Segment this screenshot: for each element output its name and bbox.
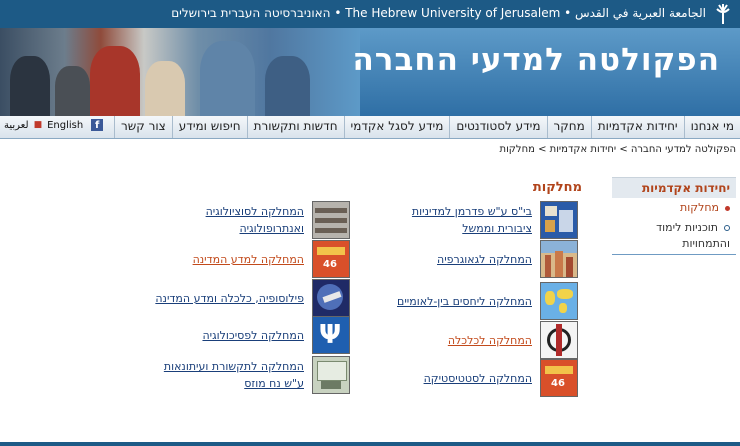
sidebar-item-programs[interactable]: תוכניות לימוד והתמחויות (612, 218, 736, 254)
dept-link[interactable]: המחלקה לסוציולוגיה ואנתרופולוגיה (176, 203, 304, 237)
dept-link[interactable]: המחלקה למדע המדינה (193, 251, 304, 268)
breadcrumb[interactable]: הפקולטה למדעי החברה > יחידות אקדמיות > מ… (500, 144, 737, 155)
ppe-thumbnail-icon[interactable] (312, 279, 350, 317)
bullet-icon (725, 205, 730, 211)
dept-link[interactable]: המחלקה לסטטיסטיקה (424, 370, 532, 387)
lang-arabic-link[interactable]: لعربية (4, 120, 29, 131)
dept-link[interactable]: המחלקה ליחסים בין-לאומיים (397, 293, 532, 310)
dept-geography[interactable]: המחלקה לגאוגרפיה (437, 240, 578, 278)
badge-number: 46 (323, 259, 337, 270)
communication-thumbnail-icon[interactable] (312, 356, 350, 394)
dept-communication[interactable]: המחלקה לתקשורת ועיתונאות ע"ש נח מוזס (162, 356, 350, 394)
psychology-psi-thumbnail-icon[interactable]: Ψ (312, 316, 350, 354)
sidebar-title[interactable]: יחידות אקדמיות (612, 177, 736, 198)
dept-political-science[interactable]: 46 המחלקה למדע המדינה (193, 240, 350, 278)
facebook-icon[interactable]: f (91, 119, 104, 131)
dept-link[interactable]: בי"ס ע"ש פדרמן למדיניות ציבורית וממשל (382, 203, 532, 237)
dept-ppe[interactable]: פילוסופיה, כלכלה ומדע המדינה (155, 279, 350, 317)
faculty-banner: הפקולטה למדעי החברה (0, 28, 740, 116)
dept-link[interactable]: המחלקה לתקשורת ועיתונאות ע"ש נח מוזס (162, 358, 304, 392)
lang-english-link[interactable]: English (47, 120, 83, 131)
geography-thumbnail-icon[interactable] (540, 240, 578, 278)
nav-items: מי אנחנו יחידות אקדמיות מחקר מידע לסטודנ… (114, 116, 740, 138)
nav-contact[interactable]: צור קשר (114, 116, 172, 138)
economics-thumbnail-icon[interactable] (540, 321, 578, 359)
dept-link[interactable]: פילוסופיה, כלכלה ומדע המדינה (155, 290, 304, 307)
dept-economics[interactable]: המחלקה לכלכלה (448, 321, 578, 359)
world-map-thumbnail-icon[interactable] (540, 282, 578, 320)
dept-statistics[interactable]: 46 המחלקה לסטטיסטיקה (424, 359, 578, 397)
nav-academic-units[interactable]: יחידות אקדמיות (590, 116, 684, 138)
top-bar: האוניברסיטה העברית בירושלים • The Hebrew… (0, 0, 740, 29)
nav-news[interactable]: חדשות ותקשורת (246, 116, 344, 138)
sidebar: יחידות אקדמיות מחלקות תוכניות לימוד והתמ… (612, 177, 736, 255)
main-nav: מי אנחנו יחידות אקדמיות מחקר מידע לסטודנ… (0, 116, 740, 139)
dept-link[interactable]: המחלקה לגאוגרפיה (437, 251, 532, 268)
university-name[interactable]: האוניברסיטה העברית בירושלים • The Hebrew… (171, 6, 706, 20)
nav-students-info[interactable]: מידע לסטודנטים (449, 116, 546, 138)
sociology-thumbnail-icon[interactable] (312, 201, 350, 239)
dept-psychology[interactable]: Ψ המחלקה לפסיכולוגיה (202, 316, 350, 354)
students-photo (0, 28, 360, 116)
dept-link[interactable]: המחלקה לכלכלה (448, 332, 532, 349)
nav-search[interactable]: חיפוש ומידע (171, 116, 247, 138)
statistics-thumbnail-icon[interactable]: 46 (540, 359, 578, 397)
sidebar-item-departments[interactable]: מחלקות (612, 198, 736, 218)
nav-about[interactable]: מי אנחנו (683, 116, 740, 138)
bullet-icon (724, 225, 730, 231)
nav-research[interactable]: מחקר (546, 116, 591, 138)
dept-international-relations[interactable]: המחלקה ליחסים בין-לאומיים (397, 282, 578, 320)
faculty-title: הפקולטה למדעי החברה (352, 42, 720, 78)
dept-public-policy[interactable]: בי"ס ע"ש פדרמן למדיניות ציבורית וממשל (382, 201, 578, 239)
separator-dot: ■ (33, 120, 43, 130)
public-policy-thumbnail-icon[interactable] (540, 201, 578, 239)
badge-number: 46 (551, 378, 565, 389)
dept-link[interactable]: המחלקה לפסיכולוגיה (202, 327, 304, 344)
nav-faculty-info[interactable]: מידע לסגל אקדמי (343, 116, 450, 138)
political-science-thumbnail-icon[interactable]: 46 (312, 240, 350, 278)
dept-sociology[interactable]: המחלקה לסוציולוגיה ואנתרופולוגיה (176, 201, 350, 239)
section-title: מחלקות (532, 180, 582, 195)
footer-bar (0, 442, 740, 446)
language-switcher: لعربية ■ English f (4, 119, 104, 131)
university-logo-icon[interactable] (714, 3, 732, 25)
